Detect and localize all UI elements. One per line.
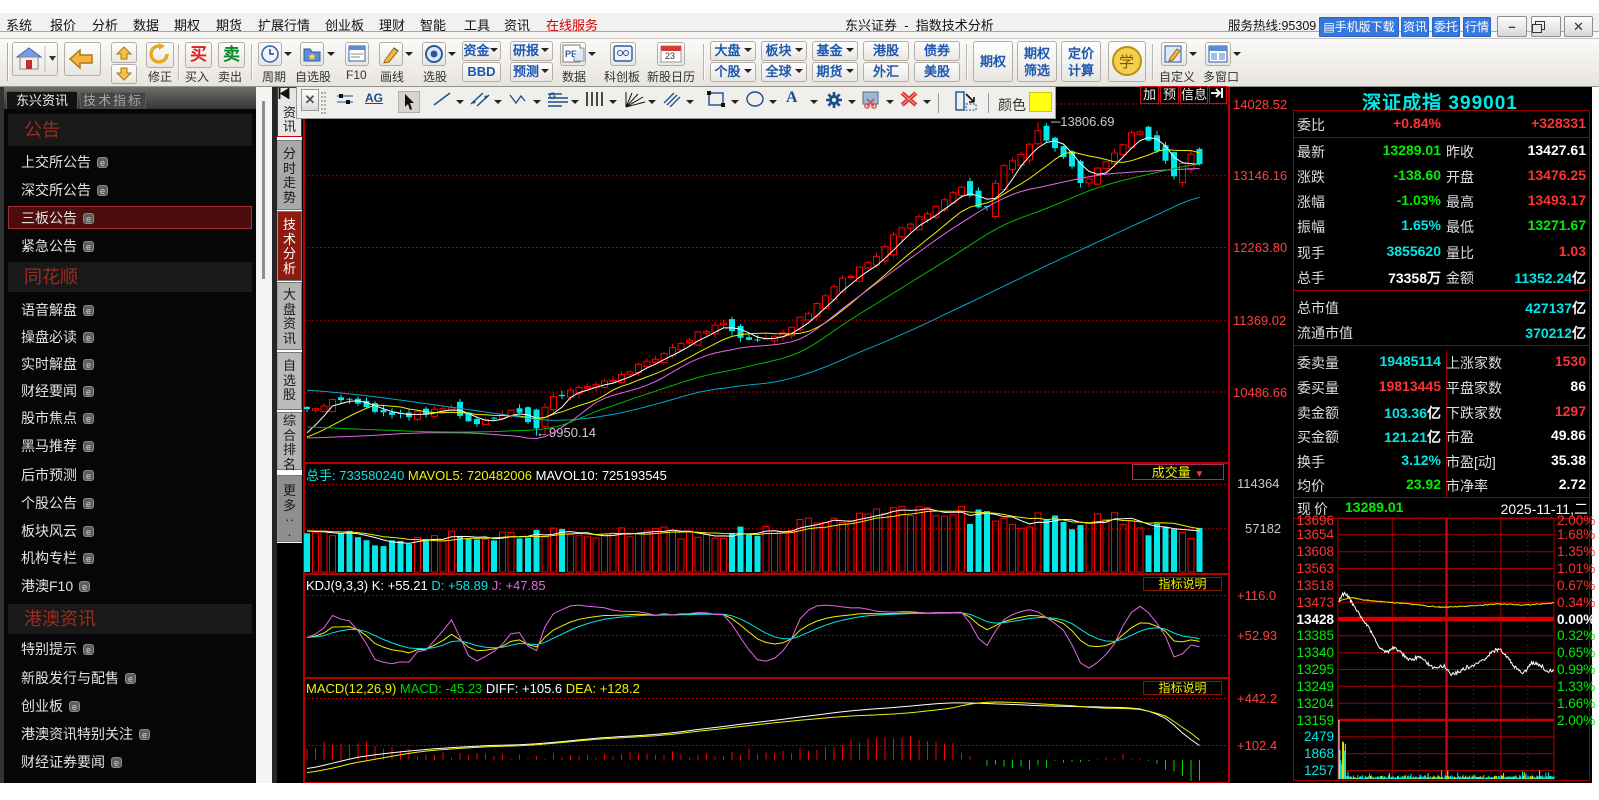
svg-text:G: G — [549, 91, 556, 101]
